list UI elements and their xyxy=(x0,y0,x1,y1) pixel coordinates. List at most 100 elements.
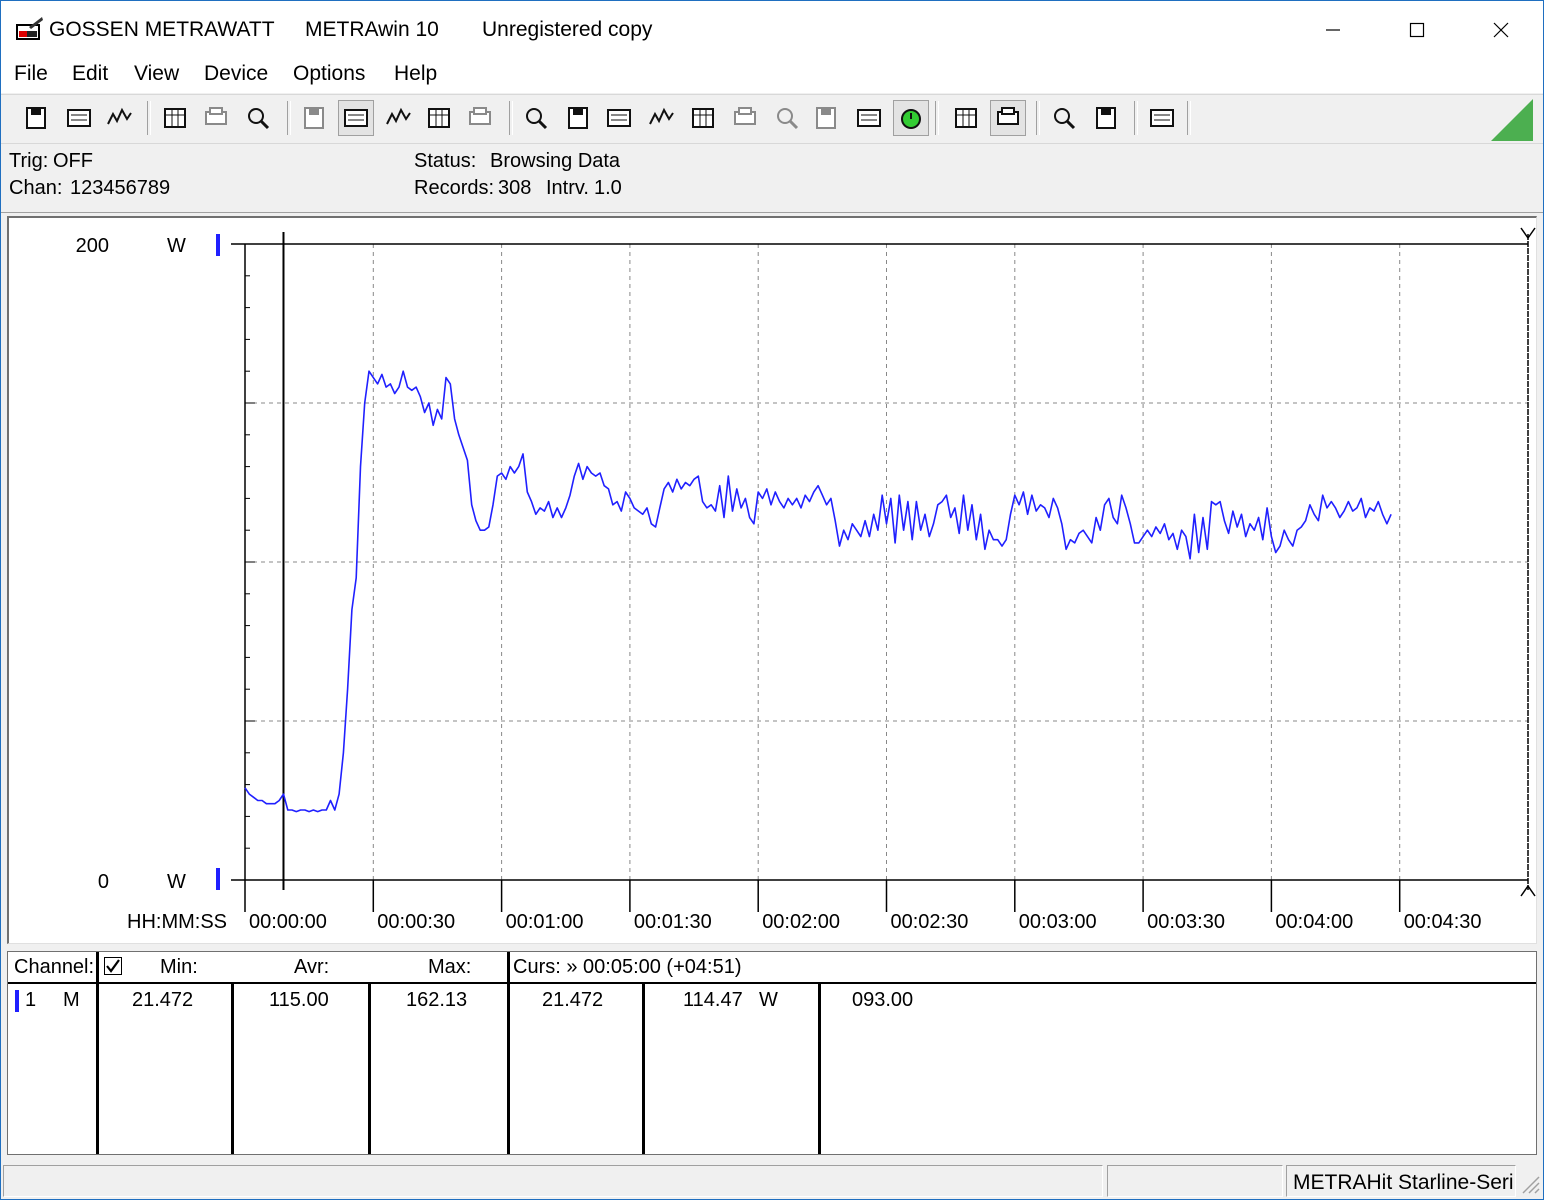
table-divider xyxy=(818,982,821,1154)
records-value: 308 xyxy=(498,177,532,199)
table-divider xyxy=(96,952,99,1154)
x-tick-label: 00:03:00 xyxy=(1019,911,1097,933)
timer-icon xyxy=(901,109,921,129)
channel-checkbox[interactable] xyxy=(104,957,122,975)
calculator-icon xyxy=(734,107,756,125)
minimize-button[interactable] xyxy=(1291,1,1375,59)
toolbar-separator xyxy=(147,101,151,135)
table-divider xyxy=(507,952,510,1154)
formula-button[interactable] xyxy=(685,100,721,136)
zoom-icon xyxy=(1054,108,1076,130)
toolbar xyxy=(1,94,1543,144)
calculator-button[interactable] xyxy=(727,100,763,136)
x-tick-label: 00:02:30 xyxy=(891,911,969,933)
signal-icon xyxy=(777,108,799,130)
print-button[interactable] xyxy=(948,100,984,136)
y-min-marker xyxy=(216,868,220,890)
x-tick-label: 00:00:30 xyxy=(377,911,455,933)
close-icon xyxy=(1493,22,1509,38)
table-divider xyxy=(368,982,371,1154)
menu-file[interactable]: File xyxy=(12,62,50,86)
maximize-button[interactable] xyxy=(1375,1,1459,59)
extra-value: 093.00 xyxy=(852,989,914,1011)
device-read-button[interactable] xyxy=(157,100,193,136)
statusbar-device: METRAHit Starline-Seri xyxy=(1286,1165,1516,1197)
export-icon xyxy=(568,107,588,129)
import-button[interactable] xyxy=(518,100,554,136)
toolbar-separator xyxy=(287,101,291,135)
power-chart[interactable]: 200 0 W W HH:MM:SS 00:00:00 00:00:30 00:01:00 00… xyxy=(9,218,1536,943)
search-data-icon xyxy=(857,109,881,127)
signal-button[interactable] xyxy=(769,100,805,136)
comment-button[interactable] xyxy=(1144,100,1180,136)
close-button[interactable] xyxy=(1459,1,1543,59)
import-icon xyxy=(526,108,548,130)
trig-label: Trig: xyxy=(9,150,49,172)
header-min: Min: xyxy=(160,956,198,978)
histogram-icon xyxy=(469,107,491,125)
channel-color-marker xyxy=(15,990,19,1012)
open-button[interactable] xyxy=(101,100,137,136)
y-unit-bottom: W xyxy=(167,871,186,893)
list-button[interactable] xyxy=(601,100,637,136)
search-data-button[interactable] xyxy=(851,100,887,136)
app-window: GOSSEN METRAWATT METRAwin 10 Unregistere… xyxy=(0,0,1544,1200)
print-preview-button[interactable] xyxy=(990,100,1026,136)
zoom-tool-icon xyxy=(1096,107,1116,129)
xy-view-button[interactable] xyxy=(380,100,416,136)
menu-view[interactable]: View xyxy=(132,62,181,86)
zoom-button[interactable] xyxy=(1046,100,1082,136)
resize-grip-icon[interactable] xyxy=(1519,1173,1541,1197)
x-tick-label: 00:02:00 xyxy=(762,911,840,933)
status-bar: METRAHit Starline-Seri xyxy=(1,1163,1543,1199)
toolbar-separator xyxy=(509,101,513,135)
menu-help[interactable]: Help xyxy=(392,62,439,86)
chart-frame[interactable]: 200 0 W W HH:MM:SS 00:00:00 00:00:30 00:01:00 00… xyxy=(7,216,1537,944)
device-config-icon xyxy=(205,107,227,125)
numeric-display-button[interactable] xyxy=(297,100,333,136)
table-view-button[interactable] xyxy=(421,100,457,136)
histogram-button[interactable] xyxy=(462,100,498,136)
channel-mode: M xyxy=(63,989,80,1011)
timer-button[interactable] xyxy=(893,100,929,136)
toolbar-separator xyxy=(935,101,939,135)
power-series-line xyxy=(244,370,1392,813)
signal-alt-button[interactable] xyxy=(809,100,845,136)
x-tick-label: 00:04:30 xyxy=(1404,911,1482,933)
save-icon xyxy=(26,107,46,129)
channel-table: Channel: Min: Avr: Max: Curs: » 00:05:00… xyxy=(7,951,1537,1155)
toolbar-separator xyxy=(1134,101,1138,135)
interval-label: Intrv. xyxy=(546,177,589,199)
unit-value: W xyxy=(759,989,778,1011)
save-as-button[interactable] xyxy=(61,100,97,136)
device-write-button[interactable] xyxy=(240,100,276,136)
avr-value: 115.00 xyxy=(269,989,329,1011)
cursor-value: 21.472 xyxy=(542,989,604,1011)
x-tick-label: 00:00:00 xyxy=(249,911,327,933)
x-tick-label: 00:01:00 xyxy=(506,911,584,933)
menu-options[interactable]: Options xyxy=(291,62,367,86)
monitor-icon xyxy=(649,107,674,125)
min-value: 21.472 xyxy=(132,989,194,1011)
signal-alt-icon xyxy=(816,107,836,129)
menu-edit[interactable]: Edit xyxy=(70,62,110,86)
monitor-button[interactable] xyxy=(643,100,679,136)
save-button[interactable] xyxy=(19,100,55,136)
numeric-display-icon xyxy=(304,107,324,129)
graph-view-button[interactable] xyxy=(338,100,374,136)
export-button[interactable] xyxy=(561,100,597,136)
app-logo-icon xyxy=(16,17,43,40)
header-channel: Channel: xyxy=(14,956,95,978)
x-tick-label: 00:03:30 xyxy=(1147,911,1225,933)
records-label: Records: xyxy=(414,177,495,199)
device-read-icon xyxy=(164,108,186,128)
trig-value: OFF xyxy=(53,150,93,172)
menu-device[interactable]: Device xyxy=(202,62,270,86)
formula-icon xyxy=(692,108,714,128)
interval-value: 1.0 xyxy=(594,177,622,199)
y-unit-top: W xyxy=(167,235,186,257)
graph-view-icon xyxy=(344,109,368,127)
device-config-button[interactable] xyxy=(198,100,234,136)
zoom-tool-button[interactable] xyxy=(1089,100,1125,136)
toolbar-separator xyxy=(1036,101,1040,135)
